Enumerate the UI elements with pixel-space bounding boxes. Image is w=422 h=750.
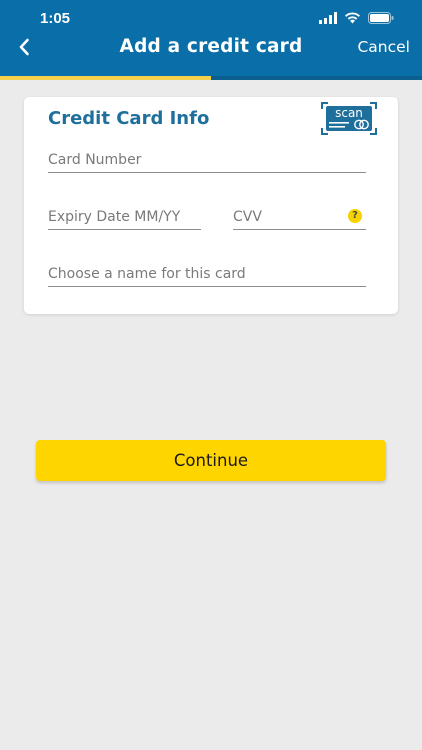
progress-bar: [0, 76, 422, 80]
card-name-field[interactable]: [48, 263, 366, 287]
cvv-help-icon[interactable]: ?: [348, 209, 362, 223]
chevron-left-icon: [19, 38, 29, 56]
credit-card-info-card: Credit Card Info scan ?: [24, 97, 398, 314]
card-name-input[interactable]: [48, 263, 366, 285]
continue-button[interactable]: Continue: [36, 440, 386, 481]
expiry-date-field[interactable]: [48, 206, 201, 230]
scan-label: scan: [335, 106, 363, 120]
expiry-date-input[interactable]: [48, 206, 201, 228]
status-time: 1:05: [40, 10, 71, 27]
app-header: 1:05 Add a credit card Cancel: [0, 0, 422, 80]
wifi-icon: [345, 12, 360, 24]
status-bar: 1:05: [0, 0, 422, 36]
card-number-field[interactable]: [48, 149, 366, 173]
back-button[interactable]: [12, 34, 36, 60]
signal-icon: [319, 12, 337, 24]
scan-card-button[interactable]: scan: [321, 102, 377, 135]
card-number-input[interactable]: [48, 149, 366, 171]
battery-icon: [368, 12, 394, 24]
cvv-input[interactable]: [233, 206, 343, 228]
scan-card-icon: scan: [321, 102, 377, 135]
card-title: Credit Card Info: [48, 108, 210, 129]
status-icons: [319, 11, 394, 25]
cvv-field[interactable]: ?: [233, 206, 366, 230]
progress-bar-fill: [0, 76, 211, 80]
cancel-button[interactable]: Cancel: [357, 38, 410, 56]
